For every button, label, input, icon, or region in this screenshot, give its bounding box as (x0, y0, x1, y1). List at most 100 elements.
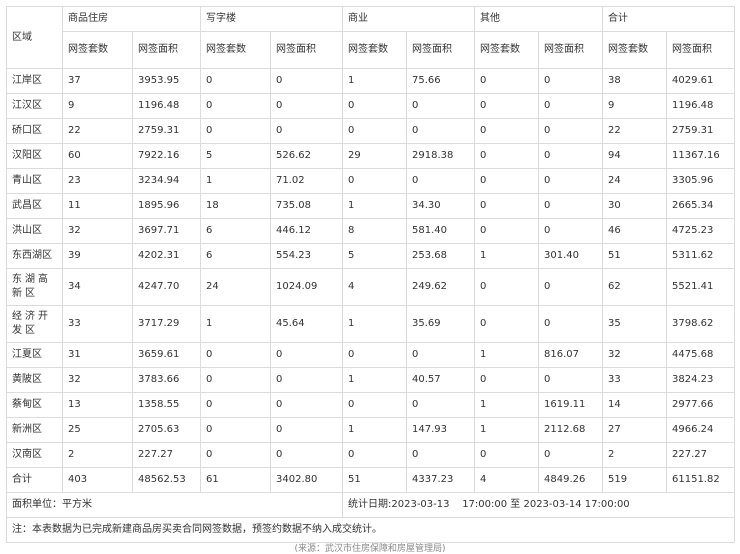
table-row: 武昌区 11 1895.96 18 735.08 1 34.30 0 0 30 2665.34 (6, 193, 735, 219)
count-cell: 1 (474, 342, 539, 368)
count-cell: 403 (62, 467, 133, 493)
area-cell: 2705.63 (132, 417, 201, 443)
area-cell: 0 (538, 143, 603, 169)
count-cell: 1 (342, 193, 407, 219)
area-cell: 3697.71 (132, 218, 201, 244)
area-cell: 446.12 (270, 218, 343, 244)
table-row: 经济开发区 33 3717.29 1 45.64 1 35.69 0 0 35 3798.62 (6, 305, 735, 343)
count-cell: 1 (474, 243, 539, 269)
footer-row: 面积单位：平方米 统计日期:2023-03-13 17:00:00 至 2023… (6, 492, 735, 518)
count-cell: 60 (62, 143, 133, 169)
count-cell: 0 (200, 118, 271, 144)
count-cell: 8 (342, 218, 407, 244)
area-header: 网签面积 (406, 31, 475, 69)
area-cell: 0 (538, 118, 603, 144)
area-cell: 0 (270, 417, 343, 443)
area-cell: 45.64 (270, 305, 343, 343)
area-cell: 75.66 (406, 68, 475, 94)
count-cell: 62 (602, 268, 667, 306)
count-cell: 0 (200, 417, 271, 443)
count-cell: 1 (342, 367, 407, 393)
count-cell: 6 (200, 218, 271, 244)
area-cell: 0 (538, 367, 603, 393)
area-cell: 301.40 (538, 243, 603, 269)
area-cell: 3305.96 (666, 168, 735, 194)
table-row: 黄陂区 32 3783.66 0 0 1 40.57 0 0 33 3824.23 (6, 367, 735, 393)
count-cell: 61 (200, 467, 271, 493)
area-cell: 71.02 (270, 168, 343, 194)
count-cell: 0 (200, 367, 271, 393)
count-cell: 0 (342, 342, 407, 368)
area-cell: 0 (538, 93, 603, 119)
count-header: 网签套数 (342, 31, 407, 69)
area-cell: 4029.61 (666, 68, 735, 94)
area-cell: 0 (406, 168, 475, 194)
area-cell: 0 (406, 93, 475, 119)
area-cell: 4247.70 (132, 268, 201, 306)
area-cell: 0 (270, 342, 343, 368)
table-row: 汉南区 2 227.27 0 0 0 0 0 0 2 227.27 (6, 442, 735, 468)
statistics-period: 统计日期:2023-03-13 17:00:00 至 2023-03-14 17… (342, 492, 735, 518)
count-cell: 25 (62, 417, 133, 443)
count-header: 网签套数 (62, 31, 133, 69)
count-cell: 0 (200, 342, 271, 368)
area-cell: 581.40 (406, 218, 475, 244)
area-cell: 2665.34 (666, 193, 735, 219)
count-cell: 4 (342, 268, 407, 306)
count-cell: 35 (602, 305, 667, 343)
area-cell: 2977.66 (666, 392, 735, 418)
area-cell: 3234.94 (132, 168, 201, 194)
area-cell: 2918.38 (406, 143, 475, 169)
area-cell: 3402.80 (270, 467, 343, 493)
area-cell: 0 (538, 268, 603, 306)
area-cell: 1196.48 (132, 93, 201, 119)
count-cell: 4 (474, 467, 539, 493)
region-cell: 新洲区 (6, 417, 63, 443)
area-cell: 4966.24 (666, 417, 735, 443)
count-cell: 94 (602, 143, 667, 169)
count-cell: 1 (474, 392, 539, 418)
area-cell: 0 (406, 342, 475, 368)
count-cell: 519 (602, 467, 667, 493)
region-cell: 江岸区 (6, 68, 63, 94)
region-cell: 东西湖区 (6, 243, 63, 269)
count-cell: 46 (602, 218, 667, 244)
area-cell: 4202.31 (132, 243, 201, 269)
group-header-other: 其他 (474, 6, 603, 32)
table-row: 洪山区 32 3697.71 6 446.12 8 581.40 0 0 46 4725.23 (6, 218, 735, 244)
area-cell: 4337.23 (406, 467, 475, 493)
count-cell: 29 (342, 143, 407, 169)
count-cell: 0 (474, 268, 539, 306)
count-cell: 13 (62, 392, 133, 418)
count-cell: 32 (62, 367, 133, 393)
table-note: 注：本表数据为已完成新建商品房买卖合同网签数据，预签约数据不纳入成交统计。 (6, 517, 735, 543)
area-cell: 227.27 (666, 442, 735, 468)
area-cell: 3798.62 (666, 305, 735, 343)
count-cell: 27 (602, 417, 667, 443)
count-cell: 0 (474, 305, 539, 343)
region-cell: 汉阳区 (6, 143, 63, 169)
count-cell: 0 (474, 367, 539, 393)
area-cell: 4849.26 (538, 467, 603, 493)
count-cell: 0 (200, 442, 271, 468)
count-cell: 38 (602, 68, 667, 94)
area-cell: 3717.29 (132, 305, 201, 343)
group-header-commercial: 商业 (342, 6, 475, 32)
area-cell: 0 (538, 305, 603, 343)
area-cell: 147.93 (406, 417, 475, 443)
region-cell: 江汉区 (6, 93, 63, 119)
area-cell: 0 (270, 442, 343, 468)
table-row: 硚口区 22 2759.31 0 0 0 0 0 0 22 2759.31 (6, 118, 735, 144)
table-row: 蔡甸区 13 1358.55 0 0 0 0 1 1619.11 14 2977.66 (6, 392, 735, 418)
area-cell: 35.69 (406, 305, 475, 343)
area-header: 网签面积 (132, 31, 201, 69)
table-row: 东西湖区 39 4202.31 6 554.23 5 253.68 1 301.40 51 5311… (6, 243, 735, 269)
count-cell: 0 (342, 442, 407, 468)
count-cell: 32 (602, 342, 667, 368)
table-row: 江夏区 31 3659.61 0 0 0 0 1 816.07 32 4475.68 (6, 342, 735, 368)
area-cell: 11367.16 (666, 143, 735, 169)
count-cell: 34 (62, 268, 133, 306)
region-cell: 硚口区 (6, 118, 63, 144)
count-header: 网签套数 (200, 31, 271, 69)
count-cell: 0 (342, 392, 407, 418)
